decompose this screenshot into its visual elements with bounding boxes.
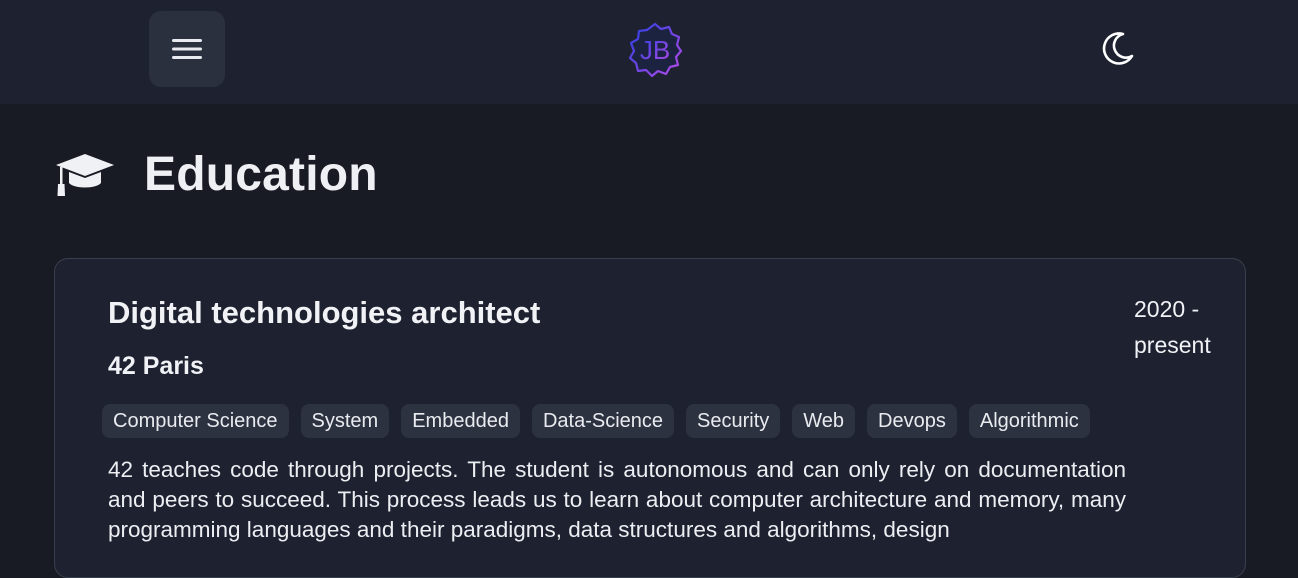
education-description: 42 teaches code through projects. The st… [108, 457, 1126, 542]
tag-list: Computer Science System Embedded Data-Sc… [102, 404, 1090, 438]
section-header: Education [54, 146, 378, 202]
hamburger-icon [172, 39, 202, 59]
graduation-cap-icon [56, 154, 114, 196]
tag: Web [792, 404, 856, 438]
tag: Algorithmic [968, 404, 1090, 438]
menu-button[interactable] [149, 11, 225, 87]
tag: Security [686, 404, 781, 438]
moon-icon[interactable] [1098, 28, 1138, 68]
section-title: Education [144, 147, 378, 201]
logo[interactable]: JB [626, 21, 684, 79]
tag: Embedded [401, 404, 520, 438]
date-range: 2020 - present [1134, 291, 1234, 363]
tag: Data-Science [531, 404, 675, 438]
top-navbar: JB [0, 0, 1298, 104]
tag: System [300, 404, 390, 438]
date-end: present [1134, 332, 1211, 358]
education-card: Digital technologies architect 42 Paris … [54, 258, 1246, 578]
degree-title: Digital technologies architect [108, 295, 541, 330]
school-name: 42 Paris [108, 352, 204, 380]
date-start: 2020 - [1134, 296, 1200, 322]
logo-text: JB [640, 35, 670, 65]
tag: Devops [867, 404, 957, 438]
tag: Computer Science [102, 404, 289, 438]
